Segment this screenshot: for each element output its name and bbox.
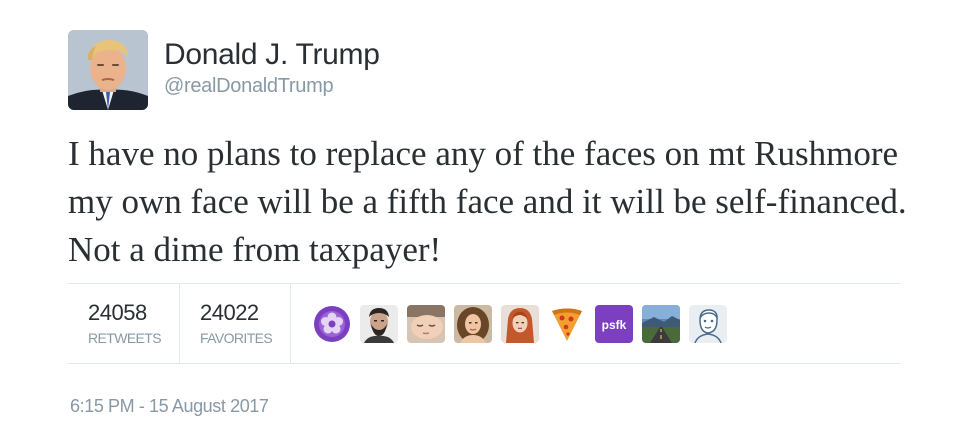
- user-avatar[interactable]: [68, 30, 148, 110]
- woman-red-hair-avatar-icon[interactable]: [501, 304, 540, 343]
- bearded-man-avatar-icon[interactable]: [360, 304, 399, 343]
- user-handle[interactable]: @realDonaldTrump: [164, 73, 380, 99]
- retweets-stat[interactable]: 24058 RETWEETS: [68, 284, 180, 363]
- retweets-label: RETWEETS: [88, 329, 162, 346]
- psfk-logo-text: psfk: [602, 318, 627, 332]
- favorites-stat[interactable]: 24022 FAVORITES: [180, 284, 292, 363]
- favoriter-avatars: psfk: [313, 304, 736, 343]
- tweet-text: I have no plans to replace any of the fa…: [68, 134, 907, 269]
- profile-photo-icon: [68, 30, 148, 110]
- woman-curly-hair-avatar-icon[interactable]: [454, 304, 493, 343]
- favorites-label: FAVORITES: [199, 329, 273, 346]
- psfk-logo-avatar-icon[interactable]: psfk: [595, 304, 634, 343]
- retweets-count: 24058: [88, 299, 147, 325]
- user-names: Donald J. Trump @realDonaldTrump: [164, 37, 380, 99]
- sleeping-face-avatar-icon[interactable]: [407, 304, 446, 343]
- tweet-header: Donald J. Trump @realDonaldTrump: [68, 30, 380, 110]
- tweet-stats: 24058 RETWEETS 24022 FAVORITES psfk: [68, 283, 900, 364]
- tweet-card: Donald J. Trump @realDonaldTrump I have …: [0, 0, 980, 428]
- pizza-slice-avatar-icon[interactable]: [548, 304, 587, 343]
- display-name[interactable]: Donald J. Trump: [164, 37, 380, 73]
- purple-flower-avatar-icon[interactable]: [313, 304, 352, 343]
- sketch-man-avatar-icon[interactable]: [689, 304, 728, 343]
- favorites-count: 24022: [199, 299, 259, 325]
- tweet-timestamp[interactable]: 6:15 PM - 15 August 2017: [70, 396, 269, 417]
- road-landscape-avatar-icon[interactable]: [642, 304, 681, 343]
